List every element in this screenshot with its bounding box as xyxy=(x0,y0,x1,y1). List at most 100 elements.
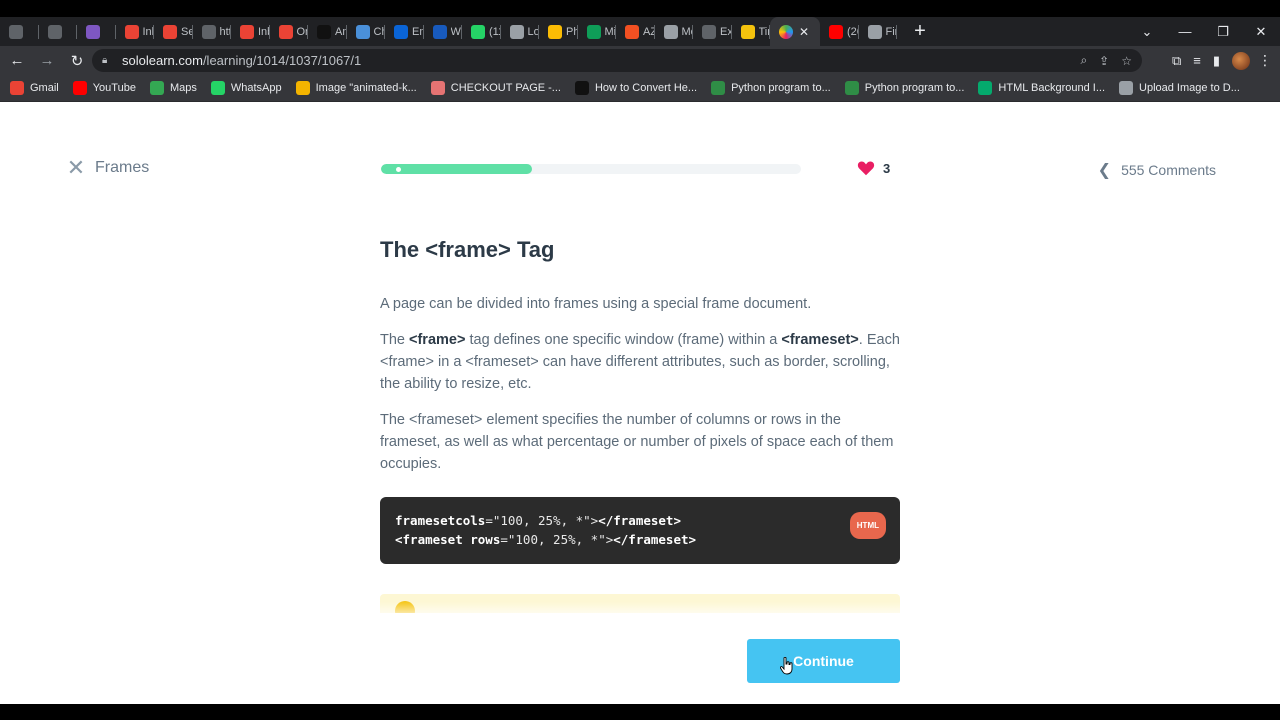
tab-5[interactable]: htt xyxy=(193,17,231,46)
module-title: Frames xyxy=(95,159,150,176)
bookmark-star-icon[interactable]: ☆ xyxy=(1121,54,1132,68)
tab-10[interactable]: Em xyxy=(385,17,424,46)
new-tab-button[interactable]: + xyxy=(905,20,935,43)
tab-1[interactable] xyxy=(39,17,78,46)
tab-7[interactable]: On xyxy=(270,17,309,46)
tab-right-1[interactable]: Fire xyxy=(859,17,898,46)
side-panel-icon[interactable]: ▮ xyxy=(1213,53,1220,69)
tab-list: Inb Ser htt Inb On Am Ch Em Wo (11 Log Ph Mic AZ Mo Exa… xyxy=(0,17,770,46)
bookmark-item[interactable]: WhatsApp xyxy=(210,81,282,95)
bookmark-label: WhatsApp xyxy=(230,82,282,94)
tab-18[interactable]: Exa xyxy=(693,17,732,46)
gmail-icon xyxy=(10,81,24,95)
drive-icon xyxy=(548,24,562,39)
tab-13[interactable]: Log xyxy=(501,17,539,46)
continue-button[interactable]: Continue xyxy=(747,639,900,683)
bookmark-label: Upload Image to D... xyxy=(1139,82,1240,94)
profile-avatar[interactable] xyxy=(1232,51,1250,70)
lips-icon xyxy=(430,81,445,95)
tab-title: Fire xyxy=(885,25,898,38)
code-language-badge: HTML xyxy=(849,512,886,539)
close-tab-icon[interactable]: ✕ xyxy=(799,25,809,39)
code-block[interactable]: framesetcols="100, 25%, *"></frameset> <… xyxy=(380,497,900,564)
tab-4[interactable]: Ser xyxy=(154,17,193,46)
bookmark-item[interactable]: Gmail xyxy=(10,81,59,95)
bookmark-item[interactable]: CHECKOUT PAGE -... xyxy=(430,81,561,95)
back-button[interactable]: ← xyxy=(4,52,30,69)
tab-11[interactable]: Wo xyxy=(424,17,462,46)
code-token: <frameset rows xyxy=(395,532,501,547)
close-lesson-icon[interactable]: ✕ xyxy=(66,157,86,179)
g-circle-icon xyxy=(47,24,62,39)
tab-14[interactable]: Ph xyxy=(539,17,578,46)
runner-icon xyxy=(702,24,716,39)
menu-kebab-icon[interactable]: ⋮ xyxy=(1258,46,1272,75)
tab-active-sololearn[interactable]: ✕ xyxy=(770,17,820,46)
extensions-icon[interactable]: ⧉ xyxy=(1172,53,1181,69)
word-icon xyxy=(432,24,447,39)
tip-box xyxy=(380,594,900,613)
generic-app-icon xyxy=(9,24,23,39)
url-path: /learning/1014/1037/1067/1 xyxy=(202,53,362,68)
tab-2[interactable] xyxy=(77,17,116,46)
likes-button[interactable]: 3 xyxy=(857,160,890,176)
share-icon[interactable]: ⇪ xyxy=(1099,54,1109,68)
screen: Inb Ser htt Inb On Am Ch Em Wo (11 Log Ph Mic AZ Mo Exa… xyxy=(0,0,1280,720)
tab-3[interactable]: Inb xyxy=(116,17,154,46)
comments-button[interactable]: ❮ 555 Comments xyxy=(1098,160,1216,180)
lesson-heading: The <frame> Tag xyxy=(380,237,555,262)
gmail-icon xyxy=(240,24,254,39)
bookmark-item[interactable]: YouTube xyxy=(72,81,136,95)
bookmark-item[interactable]: Maps xyxy=(149,81,197,95)
bookmark-item[interactable]: HTML Background I... xyxy=(978,81,1105,95)
forward-button[interactable]: → xyxy=(34,52,60,69)
p2-frameset-tag: <frameset> xyxy=(781,332,859,348)
classroom-icon xyxy=(586,24,601,39)
whatsapp-icon xyxy=(471,24,485,39)
windows-icon xyxy=(625,24,639,39)
tab-9[interactable]: Ch xyxy=(347,17,386,46)
bookmark-item[interactable]: Image "animated-k... xyxy=(295,81,417,95)
star-icon xyxy=(295,81,310,95)
whatsapp-icon xyxy=(210,81,225,95)
bookmark-item[interactable]: Python program to... xyxy=(711,81,831,95)
bookmark-label: HTML Background I... xyxy=(998,82,1106,94)
toolbar-right: ⧉ ≡ ▮ xyxy=(1172,46,1250,75)
paragraph-3: The <frameset> element specifies the num… xyxy=(380,412,894,472)
tab-6[interactable]: Inb xyxy=(231,17,270,46)
code-token: framesetcols xyxy=(395,513,486,528)
tab-19[interactable]: Tim xyxy=(732,17,771,46)
restore-button[interactable]: ❐ xyxy=(1204,24,1242,40)
media-icon[interactable]: ≡ xyxy=(1193,53,1201,68)
gfg-icon xyxy=(711,81,726,95)
tab-title: Ch xyxy=(373,25,386,38)
window-controls: ⌄ — ❐ ✕ xyxy=(1128,17,1280,46)
tab-8[interactable]: Am xyxy=(308,17,347,46)
tab-title: On xyxy=(296,25,309,38)
globe-icon xyxy=(201,24,216,39)
tab-12[interactable]: (11 xyxy=(462,17,501,46)
tab-title: Tim xyxy=(758,25,771,38)
bookmark-label: Python program to... xyxy=(731,82,831,94)
top-black-strip xyxy=(0,0,1280,17)
reload-button[interactable]: ↻ xyxy=(64,52,90,70)
zoom-icon[interactable]: ⌕ xyxy=(1080,53,1087,68)
tab-search-icon[interactable]: ⌄ xyxy=(1128,24,1166,40)
tab-0[interactable] xyxy=(0,17,39,46)
tab-15[interactable]: Mic xyxy=(578,17,616,46)
bookmark-item[interactable]: Python program to... xyxy=(844,81,964,95)
tab-right-0[interactable]: (26 xyxy=(820,17,859,46)
minimize-button[interactable]: — xyxy=(1166,24,1204,39)
tab-17[interactable]: Mo xyxy=(655,17,693,46)
bookmark-item[interactable]: Upload Image to D... xyxy=(1119,81,1240,95)
tab-16[interactable]: AZ xyxy=(616,17,655,46)
progress-fill xyxy=(381,164,533,174)
url-text[interactable]: sololearn.com/learning/1014/1037/1067/1 xyxy=(122,53,361,68)
bookmark-label: CHECKOUT PAGE -... xyxy=(450,82,561,94)
p2-mid: tag defines one specific window (frame) … xyxy=(465,332,782,348)
close-window-button[interactable]: ✕ xyxy=(1242,24,1280,40)
address-bar[interactable]: 🔒︎ sololearn.com/learning/1014/1037/1067… xyxy=(92,49,1142,72)
maps-icon xyxy=(149,81,164,95)
code-line-1: framesetcols="100, 25%, *"></frameset> xyxy=(395,511,885,530)
bookmark-item[interactable]: How to Convert He... xyxy=(574,81,697,95)
